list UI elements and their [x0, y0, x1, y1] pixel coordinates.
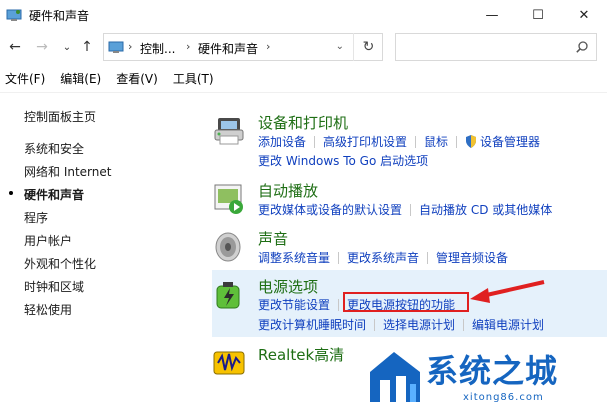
link-autoplay-cd[interactable]: 自动播放 CD 或其他媒体 — [419, 203, 552, 217]
sidebar-item-ease-of-access[interactable]: 轻松使用 — [24, 301, 72, 318]
autoplay-icon[interactable] — [212, 182, 246, 216]
uac-shield-icon — [465, 135, 477, 148]
menu-edit[interactable]: 编辑(E) — [60, 70, 101, 87]
realtek-audio-icon[interactable] — [212, 346, 246, 380]
search-box[interactable] — [395, 33, 597, 61]
watermark-text: 系统之城 — [426, 352, 559, 390]
breadcrumb-control-panel[interactable]: 控制... — [140, 40, 175, 57]
breadcrumb-separator: › — [186, 40, 191, 53]
link-mouse[interactable]: 鼠标 — [424, 135, 448, 149]
link-separator — [410, 204, 412, 216]
sidebar-item-programs[interactable]: 程序 — [24, 209, 48, 226]
address-bar[interactable]: › 控制... › 硬件和声音 › ⌄ — [103, 33, 383, 61]
forward-button[interactable]: → — [33, 38, 51, 56]
menu-bar: 文件(F) 编辑(E) 查看(V) 工具(T) — [0, 66, 607, 90]
category-title[interactable]: 自动播放 — [258, 180, 318, 201]
link-separator — [463, 319, 465, 331]
link-separator — [338, 299, 340, 311]
minimize-button[interactable]: — — [469, 0, 515, 30]
watermark-logo-icon — [370, 352, 420, 402]
link-windows-to-go[interactable]: 更改 Windows To Go 启动选项 — [258, 154, 428, 168]
link-edit-power-plan[interactable]: 编辑电源计划 — [472, 318, 544, 332]
recent-locations-button[interactable]: ⌄ — [58, 38, 76, 56]
link-change-default-media-settings[interactable]: 更改媒体或设备的默认设置 — [258, 203, 402, 217]
link-advanced-printer-setup[interactable]: 高级打印机设置 — [323, 135, 407, 149]
link-device-manager[interactable]: 设备管理器 — [480, 135, 540, 149]
link-manage-audio-devices[interactable]: 管理音频设备 — [436, 251, 508, 265]
search-input[interactable] — [400, 35, 570, 59]
link-separator — [338, 252, 340, 264]
breadcrumb-separator: › — [266, 40, 271, 53]
sidebar-item-system-security[interactable]: 系统和安全 — [24, 140, 84, 157]
speaker-icon[interactable] — [212, 230, 246, 264]
link-change-sleep-time[interactable]: 更改计算机睡眠时间 — [258, 318, 366, 332]
sidebar-item-clock-region[interactable]: 时钟和区域 — [24, 278, 84, 295]
category-sound: 声音 调整系统音量 更改系统声音 管理音频设备 — [212, 228, 592, 268]
battery-icon[interactable] — [212, 278, 246, 312]
link-choose-power-plan[interactable]: 选择电源计划 — [383, 318, 455, 332]
annotation-arrow-icon — [470, 280, 545, 303]
window-title: 硬件和声音 — [29, 8, 90, 23]
printer-icon[interactable] — [212, 114, 246, 148]
link-add-device[interactable]: 添加设备 — [258, 135, 306, 149]
navigation-bar: ← → ⌄ ↑ › 控制... › 硬件和声音 › ⌄ ↻ — [0, 30, 607, 64]
watermark-url: xitong86.com — [463, 392, 544, 403]
breadcrumb-hardware-sound[interactable]: 硬件和声音 — [198, 40, 258, 57]
maximize-button[interactable]: ☐ — [515, 0, 561, 30]
divider — [0, 92, 607, 93]
sidebar-item-hardware-sound[interactable]: 硬件和声音 — [24, 186, 84, 203]
annotation-box — [343, 292, 469, 312]
address-dropdown-icon[interactable]: ⌄ — [336, 41, 344, 52]
search-icon[interactable] — [576, 41, 588, 53]
category-title[interactable]: 声音 — [258, 228, 288, 249]
breadcrumb-separator: › — [128, 40, 133, 53]
link-separator — [427, 252, 429, 264]
link-change-system-sounds[interactable]: 更改系统声音 — [347, 251, 419, 265]
title-bar: 硬件和声音 — ☐ ✕ — [0, 0, 607, 30]
sidebar-item-user-accounts[interactable]: 用户帐户 — [24, 232, 72, 249]
back-button[interactable]: ← — [6, 38, 24, 56]
watermark: 系统之城 xitong86.com — [360, 340, 607, 413]
sidebar-item-home[interactable]: 控制面板主页 — [24, 108, 96, 125]
control-panel-icon — [6, 8, 22, 22]
menu-file[interactable]: 文件(F) — [5, 70, 45, 87]
link-separator — [415, 136, 417, 148]
category-title[interactable]: Realtek高清 — [258, 344, 344, 365]
link-adjust-system-volume[interactable]: 调整系统音量 — [258, 251, 330, 265]
link-separator — [456, 136, 458, 148]
control-panel-icon — [108, 40, 124, 54]
up-button[interactable]: ↑ — [78, 38, 96, 56]
sidebar-item-network[interactable]: 网络和 Internet — [24, 163, 111, 180]
category-title[interactable]: 设备和打印机 — [258, 112, 348, 133]
category-title[interactable]: 电源选项 — [258, 276, 318, 297]
link-change-power-saving-settings[interactable]: 更改节能设置 — [258, 298, 330, 312]
sidebar-item-appearance[interactable]: 外观和个性化 — [24, 255, 96, 272]
category-devices-printers: 设备和打印机 添加设备 高级打印机设置 鼠标 设备管理器 更改 Windows To … — [212, 112, 592, 172]
close-button[interactable]: ✕ — [561, 0, 607, 30]
link-separator — [314, 136, 316, 148]
link-separator — [374, 319, 376, 331]
refresh-button[interactable]: ↻ — [353, 33, 383, 61]
menu-view[interactable]: 查看(V) — [116, 70, 158, 87]
menu-tools[interactable]: 工具(T) — [173, 70, 214, 87]
category-autoplay: 自动播放 更改媒体或设备的默认设置 自动播放 CD 或其他媒体 — [212, 180, 592, 220]
active-bullet — [9, 191, 13, 195]
